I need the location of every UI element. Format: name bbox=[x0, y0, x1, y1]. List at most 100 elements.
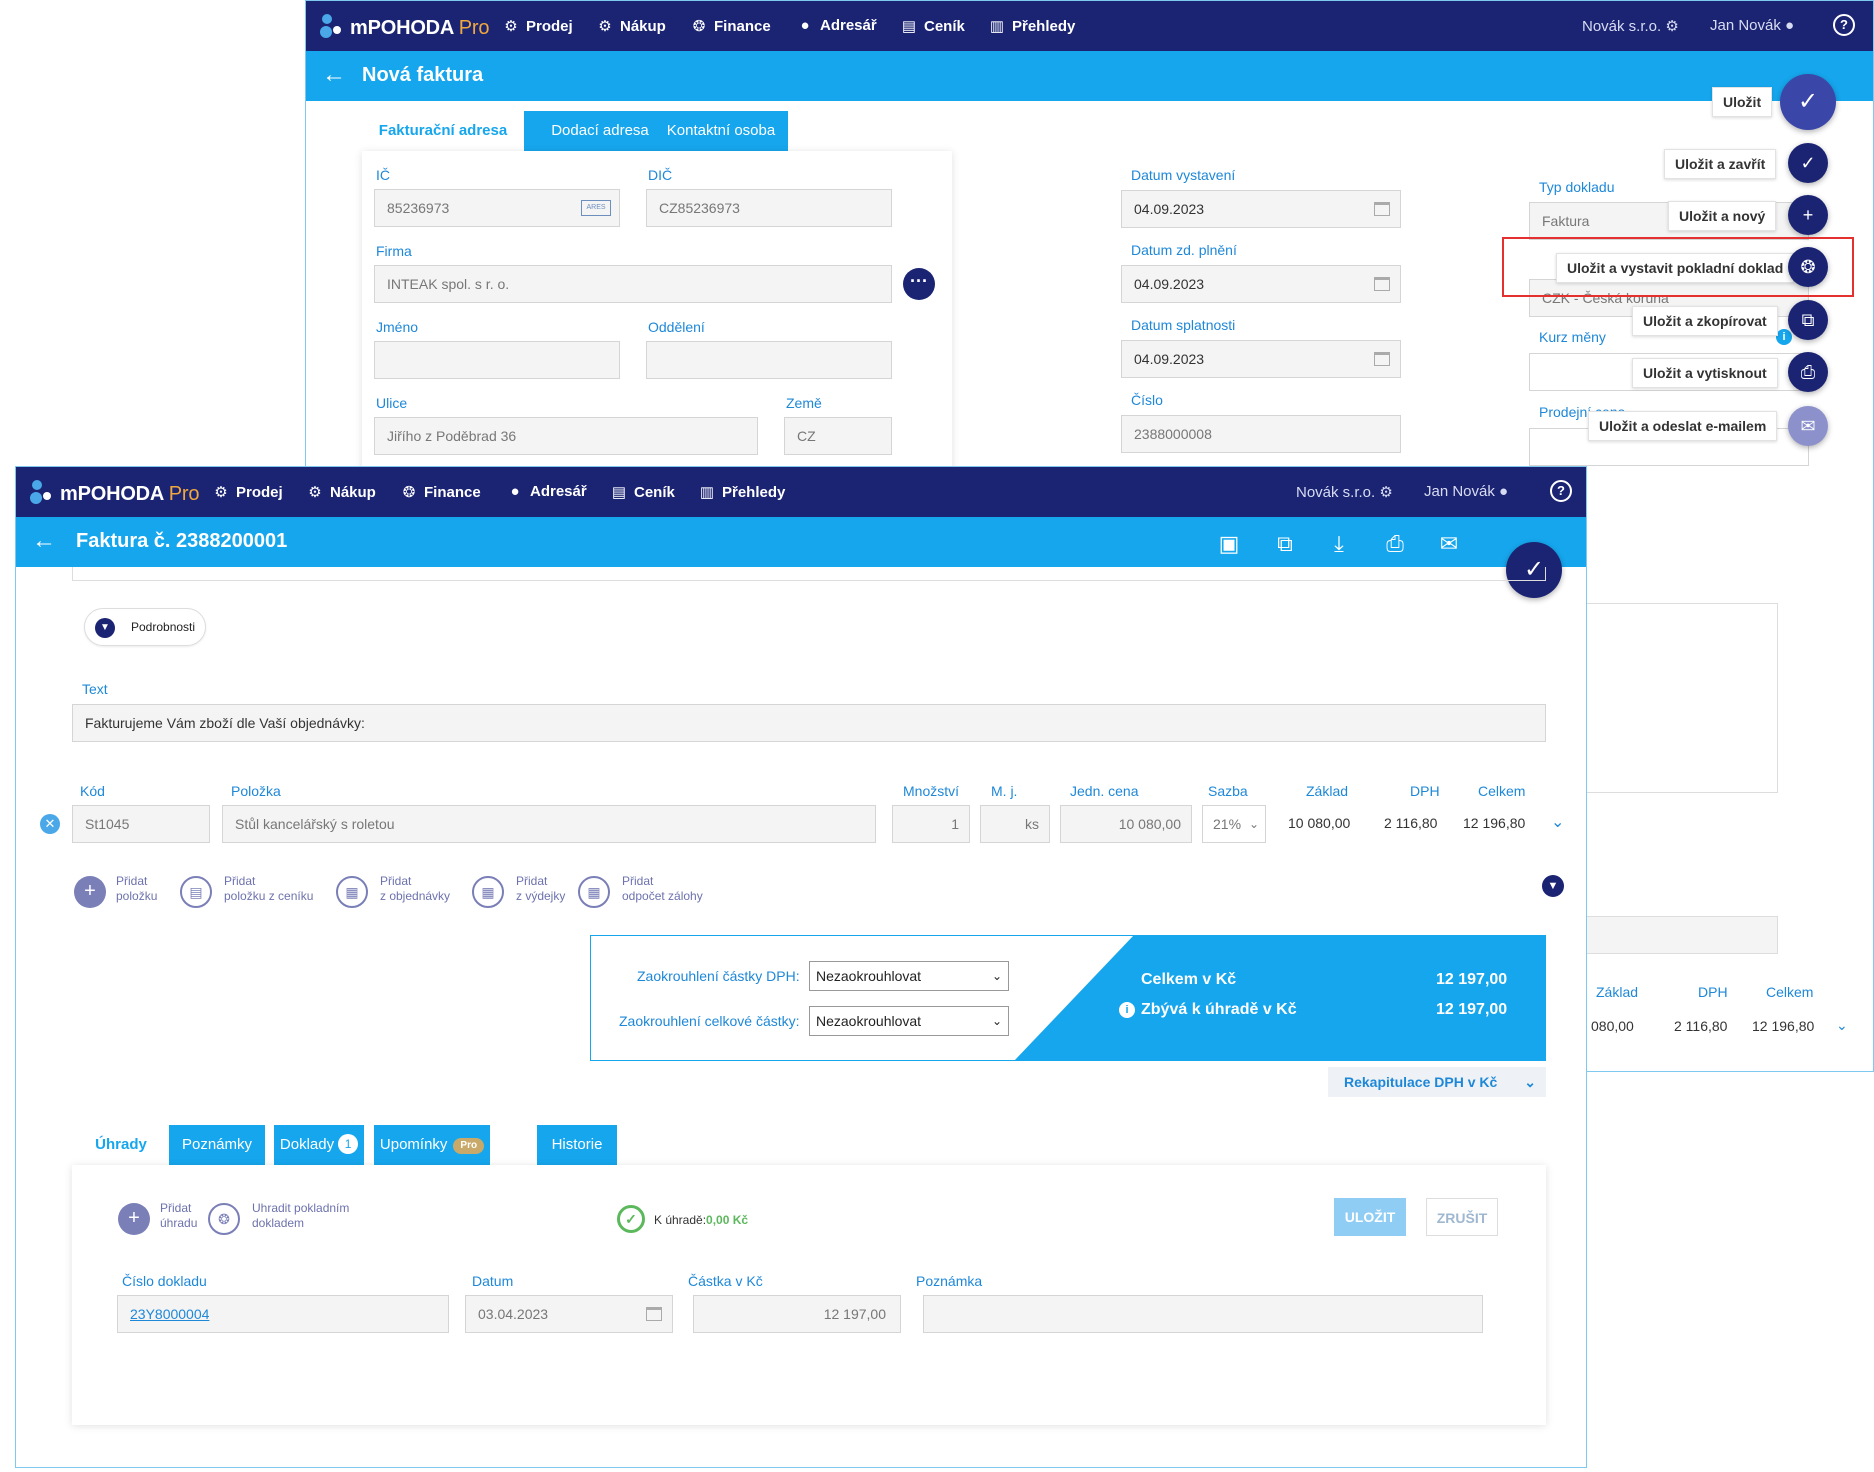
datum-splatnosti-input[interactable]: 04.09.2023 bbox=[1121, 340, 1401, 378]
tab-historie[interactable]: Historie bbox=[537, 1125, 617, 1165]
save-print-button[interactable]: ⎙ bbox=[1788, 352, 1828, 392]
add-item-button[interactable]: + bbox=[74, 876, 106, 908]
calendar-icon[interactable] bbox=[1374, 352, 1390, 366]
item-mj-input[interactable]: ks bbox=[980, 805, 1050, 843]
user-menu[interactable]: Jan Novák ● bbox=[1424, 483, 1508, 500]
tab-doklady[interactable]: Doklady 1 bbox=[274, 1125, 364, 1165]
add-advance-deduction-button[interactable]: ▦ bbox=[578, 876, 610, 908]
tab-upominky[interactable]: Upomínky Pro bbox=[374, 1125, 490, 1165]
copy-icon[interactable]: ⧉ bbox=[1272, 531, 1298, 557]
add-payment-label[interactable]: Přidat úhradu bbox=[160, 1201, 197, 1231]
add-from-issue-button[interactable]: ▦ bbox=[472, 876, 504, 908]
item-mnozstvi-input[interactable]: 1 bbox=[892, 805, 970, 843]
remove-row-icon[interactable]: ✕ bbox=[40, 814, 60, 834]
nav-finance[interactable]: ❂ Finance bbox=[400, 483, 481, 501]
nav-adresar[interactable]: ● Adresář bbox=[506, 483, 586, 500]
item-polozka-input[interactable]: Stůl kancelářský s roletou bbox=[222, 805, 876, 843]
pay-cash-doc-label[interactable]: Uhradit pokladním dokladem bbox=[252, 1201, 349, 1231]
nav-prehledy[interactable]: ▥ Přehledy bbox=[988, 17, 1075, 35]
poznamka-input[interactable] bbox=[923, 1295, 1483, 1333]
details-toggle-button[interactable]: ▼ Podrobnosti bbox=[84, 608, 206, 646]
add-from-order-label[interactable]: Přidat z objednávky bbox=[380, 874, 450, 904]
nav-adresar[interactable]: ● Adresář bbox=[796, 17, 876, 34]
save-close-button[interactable]: ✓ bbox=[1788, 143, 1828, 183]
info-icon[interactable]: i bbox=[1119, 1002, 1135, 1018]
cislo-dokladu-link[interactable]: 23Y8000004 bbox=[130, 1306, 209, 1322]
user-menu[interactable]: Jan Novák ● bbox=[1710, 17, 1794, 34]
cancel-payment-button[interactable]: ZRUŠIT bbox=[1426, 1198, 1498, 1236]
save-payment-button[interactable]: ULOŽIT bbox=[1334, 1198, 1406, 1236]
notes-area[interactable] bbox=[1586, 603, 1778, 793]
ic-input[interactable]: 85236973 ARES bbox=[374, 189, 620, 227]
app-logo[interactable]: mPOHODA Pro bbox=[320, 14, 490, 40]
more-options-icon[interactable]: ··· bbox=[903, 268, 935, 300]
add-from-issue-label[interactable]: Přidat z výdejky bbox=[516, 874, 565, 904]
text-input[interactable]: Fakturujeme Vám zboží dle Vaší objednávk… bbox=[72, 704, 1546, 742]
rounding-total-select[interactable]: Nezaokrouhlovat ⌄ bbox=[809, 1006, 1009, 1036]
help-icon[interactable]: ? bbox=[1550, 480, 1572, 502]
clipboard-icon: ▤ bbox=[901, 18, 917, 35]
info-icon[interactable]: i bbox=[1776, 329, 1792, 345]
help-icon[interactable]: ? bbox=[1833, 14, 1855, 36]
cislo-dokladu-input[interactable]: 23Y8000004 bbox=[117, 1295, 449, 1333]
nav-prehledy[interactable]: ▥ Přehledy bbox=[698, 483, 785, 501]
save-email-button[interactable]: ✉ bbox=[1788, 406, 1828, 446]
save-copy-button[interactable]: ⧉ bbox=[1788, 300, 1828, 340]
email-icon[interactable]: ✉ bbox=[1436, 531, 1462, 557]
add-advance-deduction-label[interactable]: Přidat odpočet zálohy bbox=[622, 874, 703, 904]
oddeleni-input[interactable] bbox=[646, 341, 892, 379]
item-jedn-cena-input[interactable]: 10 080,00 bbox=[1060, 805, 1192, 843]
pay-cash-doc-button[interactable]: ❂ bbox=[208, 1203, 240, 1235]
printer-icon[interactable]: ⎙ bbox=[1382, 531, 1408, 557]
expand-row-icon[interactable]: ⌄ bbox=[1551, 812, 1564, 832]
nav-prodej[interactable]: ⚙ Prodej bbox=[502, 17, 572, 35]
datum-input[interactable]: 03.04.2023 bbox=[465, 1295, 673, 1333]
firma-input[interactable]: INTEAK spol. s r. o. bbox=[374, 265, 892, 303]
save-fab-button[interactable]: ✓ bbox=[1780, 74, 1836, 130]
jmeno-input[interactable] bbox=[374, 341, 620, 379]
ulice-input[interactable]: Jiřího z Poděbrad 36 bbox=[374, 417, 758, 455]
add-item-label[interactable]: Přidat položku bbox=[116, 874, 157, 904]
download-icon[interactable]: ⤓ bbox=[1326, 531, 1352, 557]
calendar-icon[interactable] bbox=[646, 1307, 662, 1321]
rounding-dph-select[interactable]: Nezaokrouhlovat ⌄ bbox=[809, 961, 1009, 991]
back-arrow-icon[interactable]: ← bbox=[32, 527, 56, 555]
item-sazba-select[interactable]: 21% ⌄ bbox=[1202, 805, 1266, 843]
calendar-icon[interactable] bbox=[1374, 202, 1390, 216]
company-switcher[interactable]: Novák s.r.o. ⚙ bbox=[1296, 483, 1393, 501]
dic-input[interactable]: CZ85236973 bbox=[646, 189, 892, 227]
item-kod-input[interactable]: St1045 bbox=[72, 805, 210, 843]
nav-cenik[interactable]: ▤ Ceník bbox=[610, 483, 675, 501]
nav-nakup[interactable]: ⚙ Nákup bbox=[306, 483, 376, 501]
tab-uhrady[interactable]: Úhrady bbox=[84, 1125, 158, 1165]
tab-kontaktni-osoba[interactable]: Kontaktní osoba bbox=[654, 111, 788, 151]
partial-input[interactable] bbox=[1586, 916, 1778, 954]
datum-vystaveni-input[interactable]: 04.09.2023 bbox=[1121, 190, 1401, 228]
cislo-input[interactable]: 2388000008 bbox=[1121, 415, 1401, 453]
add-payment-button[interactable]: + bbox=[118, 1203, 150, 1235]
add-from-order-button[interactable]: ▦ bbox=[336, 876, 368, 908]
chevron-down-icon[interactable]: ⌄ bbox=[1836, 1017, 1848, 1034]
back-arrow-icon[interactable]: ← bbox=[322, 61, 346, 89]
add-from-pricelist-label[interactable]: Přidat položku z ceníku bbox=[224, 874, 313, 904]
tab-fakturacni-adresa[interactable]: Fakturační adresa bbox=[370, 111, 516, 151]
datum-zd-input[interactable]: 04.09.2023 bbox=[1121, 265, 1401, 303]
chevron-down-icon[interactable]: ▼ bbox=[1542, 875, 1564, 897]
nav-prodej[interactable]: ⚙ Prodej bbox=[212, 483, 282, 501]
nav-cenik[interactable]: ▤ Ceník bbox=[900, 17, 965, 35]
app-logo[interactable]: mPOHODA Pro bbox=[30, 480, 200, 506]
add-from-pricelist-button[interactable]: ▤ bbox=[180, 876, 212, 908]
zeme-input[interactable]: CZ bbox=[784, 417, 892, 455]
nav-nakup[interactable]: ⚙ Nákup bbox=[596, 17, 666, 35]
castka-input[interactable]: 12 197,00 bbox=[693, 1295, 901, 1333]
tab-poznamky[interactable]: Poznámky bbox=[169, 1125, 265, 1165]
ares-icon[interactable]: ARES bbox=[581, 200, 611, 216]
vat-recap-button[interactable]: Rekapitulace DPH v Kč ⌄ bbox=[1328, 1067, 1546, 1097]
save-new-button[interactable]: + bbox=[1788, 195, 1828, 235]
col-mnozstvi: Množství bbox=[903, 783, 960, 799]
pdf-icon[interactable]: ▣ bbox=[1216, 531, 1242, 557]
company-switcher[interactable]: Novák s.r.o. ⚙ bbox=[1582, 17, 1679, 35]
calendar-icon[interactable] bbox=[1374, 277, 1390, 291]
nav-finance[interactable]: ❂ Finance bbox=[690, 17, 771, 35]
poznamka-label: Poznámka bbox=[916, 1273, 983, 1289]
